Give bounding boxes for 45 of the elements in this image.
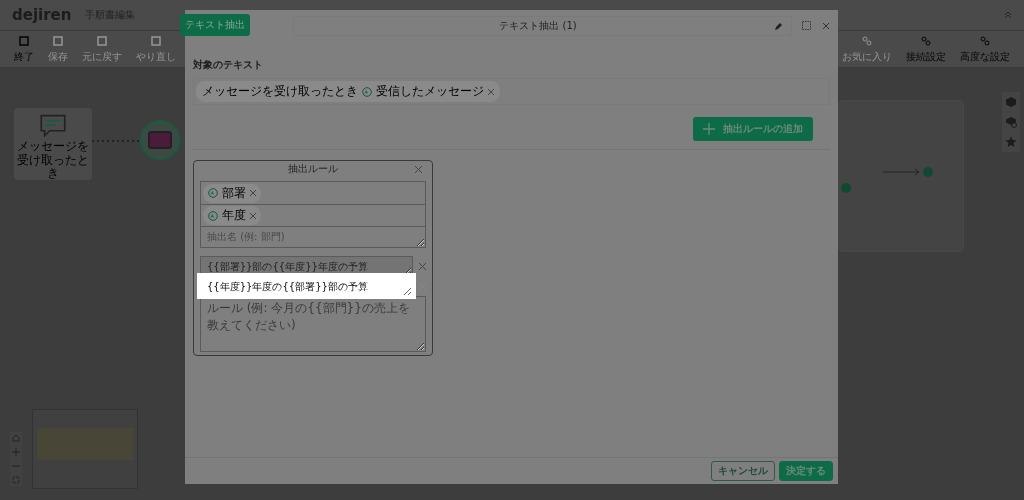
text-variable-icon bbox=[208, 188, 218, 198]
chevron-up-icon[interactable] bbox=[1004, 11, 1012, 19]
square-icon bbox=[18, 34, 30, 47]
toolbar-button[interactable]: 終了 bbox=[8, 34, 40, 64]
text-variable-icon bbox=[208, 210, 218, 221]
plus-icon[interactable] bbox=[12, 448, 20, 456]
square-icon bbox=[150, 34, 162, 47]
toolbar-button[interactable]: 高度な設定 bbox=[954, 34, 1016, 64]
circles-icon bbox=[979, 34, 991, 47]
star-icon[interactable] bbox=[1005, 136, 1017, 148]
square-icon bbox=[96, 34, 108, 47]
node-dot bbox=[841, 183, 851, 193]
cube-icon[interactable] bbox=[1005, 96, 1017, 108]
rule-field[interactable]: {{部署}}部の{{年度}}年度の予算 bbox=[200, 256, 413, 276]
title-field[interactable]: テキスト抽出 (1) bbox=[293, 16, 792, 36]
variable-chip[interactable]: メッセージを受け取ったとき 受信したメッセージ bbox=[196, 81, 500, 102]
pencil-icon[interactable] bbox=[774, 21, 783, 31]
remove-icon[interactable] bbox=[250, 190, 256, 196]
remove-icon[interactable] bbox=[419, 262, 426, 270]
message-icon bbox=[37, 114, 69, 138]
remove-icon[interactable] bbox=[250, 212, 256, 219]
rule-title: 抽出ルール bbox=[288, 162, 338, 176]
dialog-tab[interactable]: テキスト抽出 bbox=[180, 14, 250, 36]
target-text-field[interactable]: メッセージを受け取ったとき 受信したメッセージ bbox=[193, 78, 830, 105]
remove-icon[interactable] bbox=[488, 88, 494, 95]
home-icon[interactable] bbox=[12, 434, 20, 442]
cancel-button[interactable]: キャンセル bbox=[711, 461, 775, 481]
node-dot bbox=[923, 167, 933, 177]
circles-icon bbox=[920, 34, 932, 47]
square-icon bbox=[52, 34, 64, 47]
rule-field[interactable]: {{年度}}年度の{{部署}}部の予算 bbox=[200, 276, 413, 296]
cube-plus-icon[interactable] bbox=[1005, 116, 1017, 128]
add-rule-button[interactable]: 抽出ルールの追加 bbox=[693, 117, 813, 141]
variable-chip[interactable]: 年度 bbox=[203, 206, 261, 225]
plus-icon bbox=[703, 123, 715, 135]
close-icon[interactable] bbox=[822, 22, 830, 30]
circles-icon bbox=[861, 34, 873, 47]
step-node[interactable] bbox=[140, 120, 180, 160]
close-icon[interactable] bbox=[415, 165, 422, 173]
section-label: 対象のテキスト bbox=[193, 58, 264, 72]
trigger-node[interactable]: メッセージを受け取ったとき bbox=[14, 108, 92, 180]
confirm-button[interactable]: 決定する bbox=[779, 461, 833, 481]
text-variable-icon bbox=[362, 86, 372, 97]
select-icon[interactable] bbox=[802, 21, 812, 31]
variable-chip[interactable]: 部署 bbox=[203, 183, 261, 203]
